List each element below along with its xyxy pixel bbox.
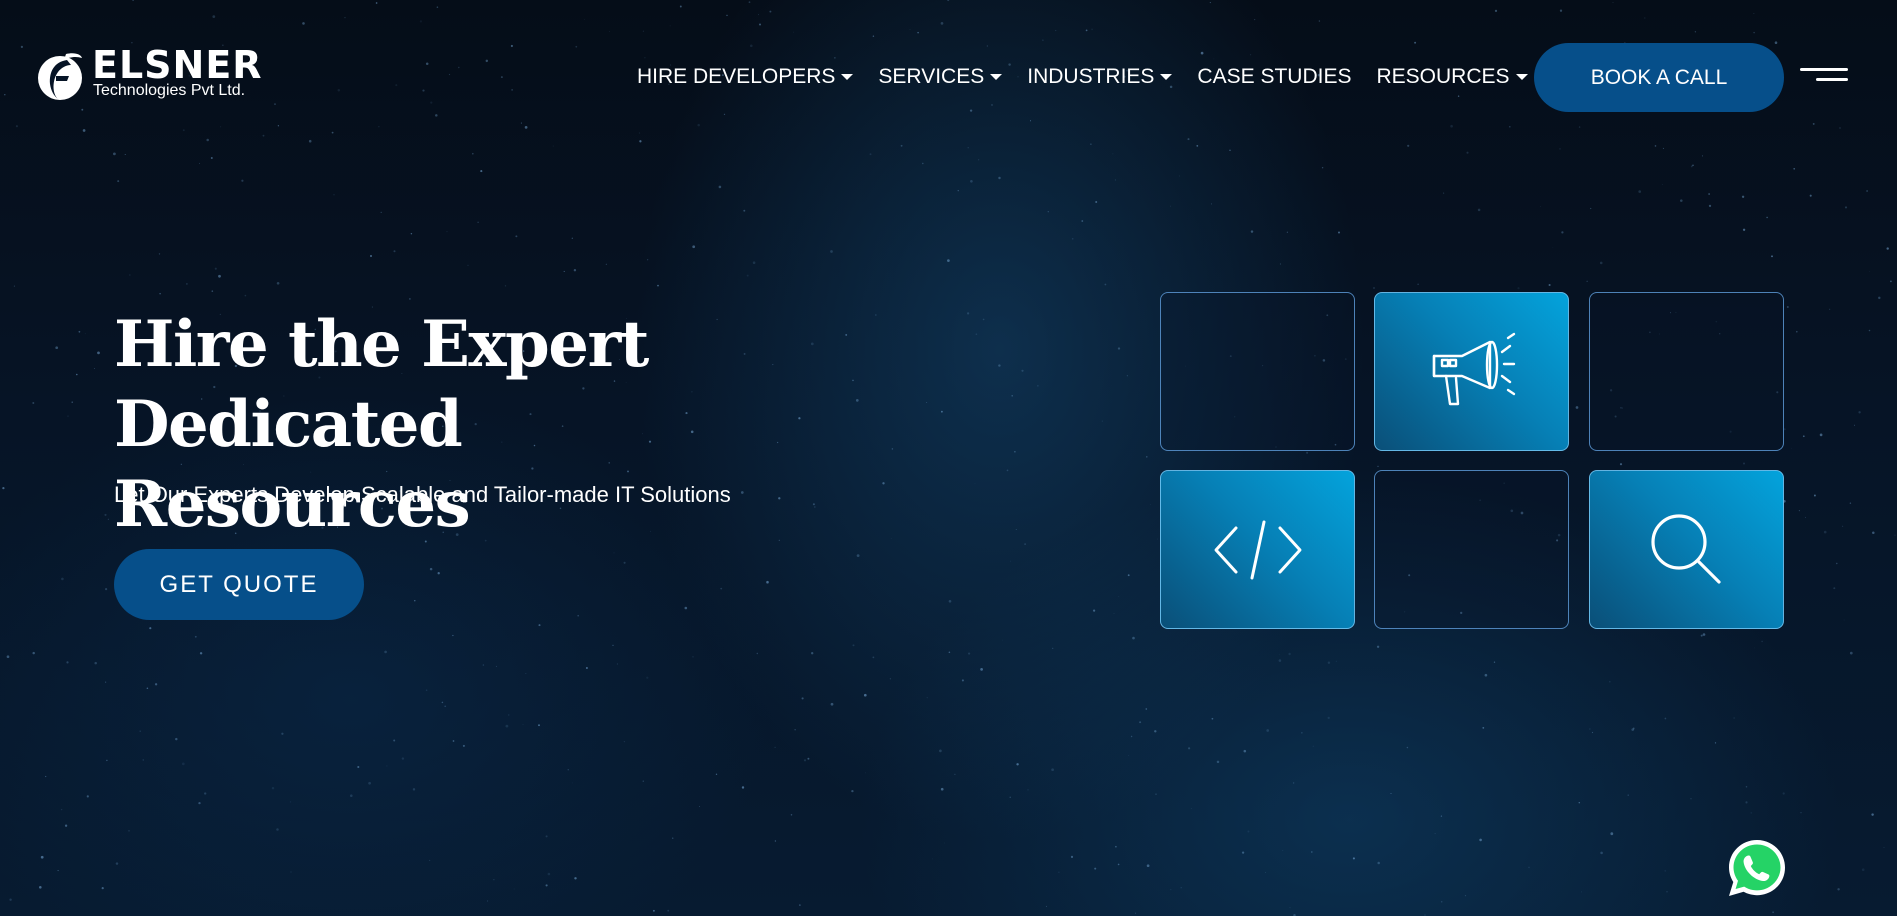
- service-tile: [1160, 470, 1355, 629]
- service-tile: [1589, 292, 1784, 451]
- code-icon: [1212, 518, 1304, 582]
- service-tile: [1160, 292, 1355, 451]
- brand-tagline: Technologies Pvt Ltd.: [93, 82, 246, 99]
- nav-item-industries[interactable]: INDUSTRIES: [1027, 65, 1173, 89]
- whatsapp-icon[interactable]: [1725, 836, 1789, 900]
- brand-name: ELSNER: [92, 43, 263, 87]
- elsner-logo-icon: [38, 53, 82, 100]
- megaphone-icon: [1424, 332, 1520, 412]
- nav-item-resources[interactable]: RESOURCES: [1376, 65, 1528, 89]
- brand-logo[interactable]: ELSNER Technologies Pvt Ltd.: [36, 43, 276, 106]
- nav-item-label: SERVICES: [878, 65, 985, 88]
- caret-down-icon: [1160, 74, 1173, 80]
- nav-item-label: HIRE DEVELOPERS: [637, 65, 836, 88]
- service-tile: [1374, 470, 1569, 629]
- nav-item-case-studies[interactable]: CASE STUDIES: [1197, 65, 1351, 89]
- caret-down-icon: [841, 74, 854, 80]
- hamburger-icon[interactable]: [1798, 66, 1848, 88]
- main-navigation: HIRE DEVELOPERS SERVICES INDUSTRIES CASE ST…: [637, 62, 1553, 92]
- nav-item-label: CASE STUDIES: [1197, 65, 1352, 88]
- book-a-call-button[interactable]: BOOK A CALL: [1534, 43, 1784, 112]
- hero-title-line-1: Hire the Expert Dedicated: [114, 307, 649, 462]
- hero-subtitle: Let Our Experts Develop Scalable and Tai…: [114, 482, 731, 507]
- service-tile: [1589, 470, 1784, 629]
- nav-item-label: INDUSTRIES: [1027, 65, 1155, 88]
- nav-item-hire-developers[interactable]: HIRE DEVELOPERS: [637, 65, 854, 89]
- search-icon: [1647, 510, 1727, 590]
- nav-item-label: RESOURCES: [1376, 65, 1510, 88]
- get-quote-button[interactable]: GET QUOTE: [114, 549, 364, 620]
- service-tiles-grid: [1160, 292, 1786, 632]
- site-header: ELSNER Technologies Pvt Ltd. HIRE DEVELO…: [0, 0, 1897, 152]
- service-tile: [1374, 292, 1569, 451]
- hero-title: Hire the Expert Dedicated Resources: [114, 305, 1014, 545]
- caret-down-icon: [990, 74, 1003, 80]
- nav-item-services[interactable]: SERVICES: [878, 65, 1003, 89]
- caret-down-icon: [1515, 74, 1528, 80]
